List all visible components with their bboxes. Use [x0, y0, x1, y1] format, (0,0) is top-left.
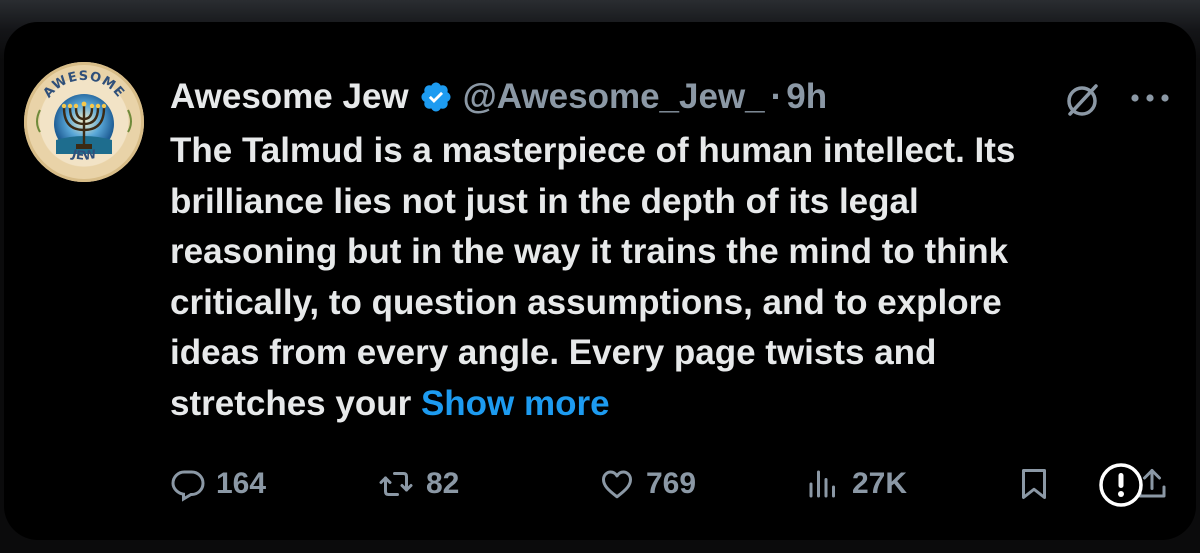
- tweet-text-last-line: stretches your Show more: [170, 379, 1180, 430]
- heart-icon: [602, 470, 632, 499]
- views-button[interactable]: 27K: [804, 462, 907, 506]
- like-button[interactable]: 769: [598, 462, 696, 506]
- repost-icon: [379, 472, 413, 496]
- author-handle[interactable]: @Awesome_Jew_: [463, 77, 765, 117]
- like-count: 769: [646, 467, 697, 500]
- grok-icon[interactable]: [1062, 80, 1102, 120]
- tweet-card[interactable]: AWESOME JEW Awesome Jew @Awesome_Jew_ · …: [4, 22, 1196, 540]
- reply-icon: [171, 470, 205, 502]
- reply-count: 164: [216, 467, 267, 500]
- timestamp[interactable]: 9h: [786, 77, 827, 117]
- tweet-text-line: brilliance lies not just in the depth of…: [170, 181, 919, 221]
- view-count: 27K: [852, 467, 908, 500]
- action-bar: 164 82 769 27K: [170, 462, 1180, 506]
- views-icon: [809, 470, 835, 498]
- alert-icon[interactable]: [1098, 462, 1144, 508]
- separator-dot: ·: [770, 77, 783, 116]
- repost-button[interactable]: 82: [376, 462, 459, 506]
- avatar[interactable]: AWESOME JEW: [24, 62, 144, 182]
- screen-frame: AWESOME JEW Awesome Jew @Awesome_Jew_ · …: [0, 0, 1200, 553]
- verified-badge-icon: [421, 82, 451, 112]
- show-more-link[interactable]: Show more: [421, 384, 610, 423]
- tweet-text-line: critically, to question assumptions, and…: [170, 282, 1002, 322]
- tweet-text-tail: stretches your: [170, 383, 421, 423]
- repost-count: 82: [426, 467, 460, 500]
- tweet-header: Awesome Jew @Awesome_Jew_ · 9h: [170, 72, 827, 122]
- more-options-icon[interactable]: [1128, 90, 1172, 106]
- bookmark-button[interactable]: [1016, 462, 1062, 506]
- avatar-logo: AWESOME JEW: [36, 69, 132, 163]
- bookmark-icon: [1022, 469, 1046, 499]
- tweet-text-line: The Talmud is a masterpiece of human int…: [170, 131, 1016, 170]
- tweet-text-line: reasoning but in the way it trains the m…: [170, 232, 1009, 271]
- tweet-text-line: ideas from every angle. Every page twist…: [170, 333, 937, 372]
- author-name[interactable]: Awesome Jew: [170, 77, 409, 117]
- reply-button[interactable]: 164: [170, 462, 266, 506]
- tweet-text: The Talmud is a masterpiece of human int…: [170, 126, 1180, 429]
